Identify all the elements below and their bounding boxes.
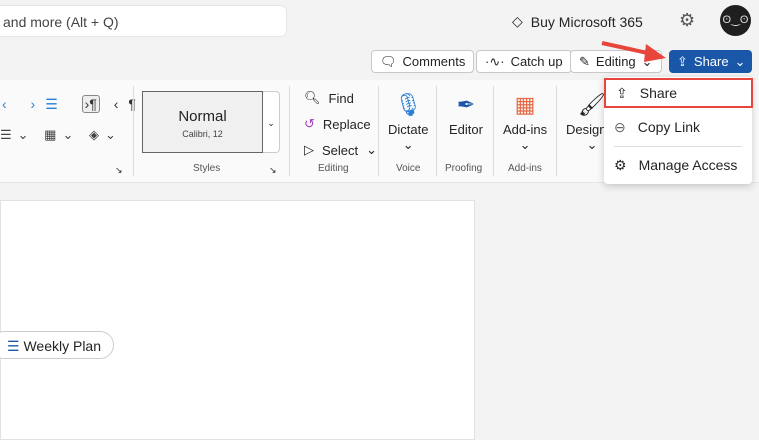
add-ins-label: Add-ins (503, 122, 548, 137)
catch-up-button[interactable]: ·∿· Catch up (476, 50, 572, 73)
search-input[interactable]: and more (Alt + Q) (0, 5, 287, 37)
borders-shading-buttons[interactable]: ☰⌄ ▦⌄ ◈⌄ (0, 127, 122, 143)
buy-label: Buy Microsoft 365 (530, 13, 643, 30)
document-page[interactable] (0, 200, 475, 440)
cursor-icon: ▷ (304, 142, 314, 157)
menu-label: Copy Link (637, 119, 700, 135)
add-ins-group-label: Add-ins (508, 163, 542, 174)
replace-icon: ↺ (304, 116, 315, 131)
select-label: Select (322, 142, 359, 158)
gear-icon: ⚙ (614, 156, 627, 173)
menu-item-share[interactable]: ⇪ Share (604, 78, 753, 108)
share-button[interactable]: ⇪ Share ⌄ (669, 50, 752, 73)
replace-label: Replace (322, 116, 371, 132)
pencil-icon: ✎ (579, 53, 590, 69)
menu-label: Manage Access (638, 157, 738, 173)
editing-group-label: Editing (318, 163, 349, 174)
microphone-icon: 🎙︎ (394, 92, 423, 117)
buy-microsoft-365-link[interactable]: ◇ Buy Microsoft 365 (512, 13, 643, 30)
comment-icon: 🗨 (380, 53, 397, 69)
find-button[interactable]: 🔍︎ Find (304, 90, 354, 106)
editor-label: Editor (449, 122, 483, 137)
select-button[interactable]: ▷ Select ⌄ (304, 142, 377, 158)
diamond-icon: ◇ (512, 13, 523, 29)
add-ins-button[interactable]: ▦ Add-ins ⌄ (503, 92, 547, 153)
pulse-icon: ·∿· (485, 53, 505, 69)
style-normal[interactable]: Normal Calibri, 12 (142, 91, 263, 153)
avatar[interactable]: ʘ‿ʘ (720, 5, 751, 36)
style-name: Normal (178, 108, 227, 125)
chevron-down-icon: ⌄ (734, 53, 746, 69)
menu-item-copy-link[interactable]: ⊖ Copy Link (604, 112, 752, 142)
share-icon: ⇪ (616, 84, 628, 101)
proofing-group-label: Proofing (445, 163, 483, 174)
replace-button[interactable]: ↺ Replace (304, 116, 371, 132)
list-icon: ☰ (7, 338, 20, 354)
comments-label: Comments (402, 54, 466, 69)
weekly-plan-chip[interactable]: ☰ Weekly Plan (0, 331, 114, 359)
menu-label: Share (639, 85, 678, 101)
dictate-button[interactable]: 🎙︎ Dictate ⌄ (388, 92, 428, 153)
paragraph-launcher-icon[interactable]: ↘ (115, 165, 123, 176)
find-label: Find (328, 90, 354, 106)
comments-button[interactable]: 🗨 Comments (371, 50, 475, 73)
share-icon: ⇪ (677, 53, 688, 69)
styles-dropdown[interactable]: ⌄ (263, 91, 280, 153)
styles-launcher-icon[interactable]: ↘ (269, 165, 277, 176)
share-menu: ⇪ Share ⊖ Copy Link ⚙ Manage Access (604, 77, 753, 184)
add-ins-grid-icon: ▦ (514, 92, 536, 117)
weekly-plan-label: Weekly Plan (23, 338, 102, 354)
catch-up-label: Catch up (510, 54, 563, 69)
menu-divider (614, 146, 742, 147)
style-font: Calibri, 12 (182, 129, 223, 139)
dictate-label: Dictate (388, 122, 429, 137)
search-icon: 🔍︎ (304, 90, 321, 105)
editor-pen-icon: ✒ (456, 92, 476, 117)
editor-button[interactable]: ✒ Editor (449, 92, 483, 137)
link-icon: ⊖ (614, 118, 626, 135)
menu-item-manage-access[interactable]: ⚙ Manage Access (604, 150, 752, 180)
share-label: Share (693, 54, 729, 69)
styles-group-label: Styles (193, 163, 221, 174)
voice-group-label: Voice (396, 163, 421, 174)
red-arrow-annotation (601, 41, 666, 62)
settings-gear-icon[interactable]: ⚙ (679, 10, 695, 31)
